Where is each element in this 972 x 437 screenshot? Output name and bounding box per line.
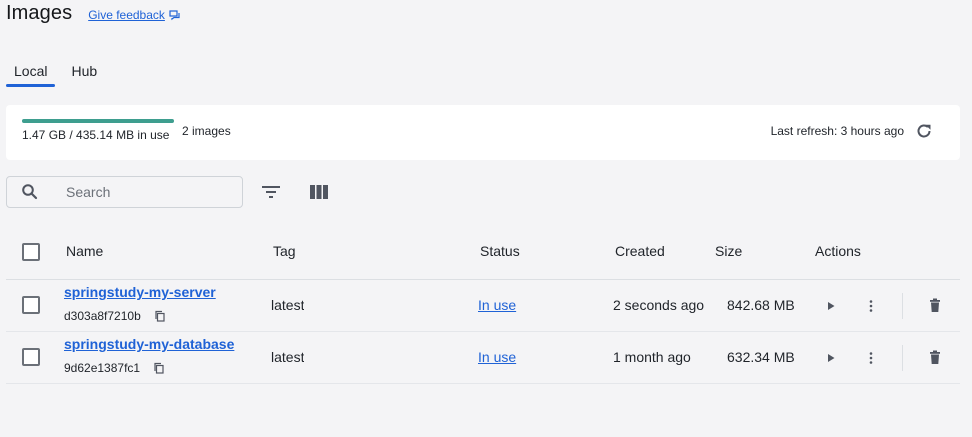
image-created: 2 seconds ago bbox=[613, 297, 705, 313]
select-all-checkbox[interactable] bbox=[22, 243, 40, 261]
trash-icon[interactable] bbox=[926, 348, 944, 368]
give-feedback-label: Give feedback bbox=[88, 8, 165, 22]
image-created: 1 month ago bbox=[613, 349, 691, 365]
table-row: springstudy-my-database 9d62e1387fc1 lat… bbox=[6, 332, 960, 384]
image-tag: latest bbox=[271, 349, 305, 365]
disk-usage-summary: 1.47 GB / 435.14 MB in use 2 images Last… bbox=[6, 105, 960, 160]
filter-icon[interactable] bbox=[259, 181, 283, 203]
more-vertical-icon[interactable] bbox=[862, 297, 880, 315]
disk-usage-bar bbox=[22, 119, 174, 123]
trash-icon[interactable] bbox=[926, 296, 944, 316]
columns-icon[interactable] bbox=[307, 181, 331, 203]
play-icon[interactable] bbox=[822, 349, 840, 367]
page-title: Images bbox=[6, 2, 73, 24]
tab-hub[interactable]: Hub bbox=[63, 58, 105, 87]
actions-divider bbox=[902, 293, 903, 319]
give-feedback-link[interactable]: Give feedback bbox=[88, 8, 181, 22]
image-status-link[interactable]: In use bbox=[478, 349, 516, 365]
search-icon bbox=[22, 184, 38, 200]
images-table: Name Tag Status Created Size Actions spr… bbox=[6, 226, 960, 384]
image-count: 2 images bbox=[182, 124, 231, 138]
disk-usage-fill bbox=[22, 119, 174, 123]
image-id: d303a8f7210b bbox=[64, 309, 141, 323]
tab-local[interactable]: Local bbox=[6, 58, 56, 87]
image-name-link[interactable]: springstudy-my-database bbox=[64, 336, 234, 352]
image-id: 9d62e1387fc1 bbox=[64, 361, 141, 375]
more-vertical-icon[interactable] bbox=[862, 349, 880, 367]
column-header-name[interactable]: Name bbox=[66, 243, 103, 259]
image-name-link[interactable]: springstudy-my-server bbox=[64, 284, 216, 300]
image-size: 632.34 MB bbox=[727, 349, 795, 365]
copy-icon[interactable] bbox=[154, 310, 166, 322]
feedback-icon bbox=[169, 10, 180, 21]
column-header-size[interactable]: Size bbox=[715, 243, 742, 259]
last-refresh-text: Last refresh: 3 hours ago bbox=[770, 124, 904, 138]
copy-icon[interactable] bbox=[153, 362, 165, 374]
image-size: 842.68 MB bbox=[727, 297, 795, 313]
column-header-created[interactable]: Created bbox=[615, 243, 665, 259]
column-header-actions: Actions bbox=[815, 243, 861, 259]
row-checkbox[interactable] bbox=[22, 296, 40, 314]
table-header: Name Tag Status Created Size Actions bbox=[6, 226, 960, 280]
row-checkbox[interactable] bbox=[22, 348, 40, 366]
refresh-icon[interactable] bbox=[914, 121, 934, 141]
actions-divider bbox=[902, 345, 903, 371]
play-icon[interactable] bbox=[822, 297, 840, 315]
search-input[interactable] bbox=[66, 184, 226, 200]
image-status-link[interactable]: In use bbox=[478, 297, 516, 313]
disk-usage-text: 1.47 GB / 435.14 MB in use bbox=[22, 128, 170, 142]
column-header-status[interactable]: Status bbox=[480, 243, 520, 259]
image-tag: latest bbox=[271, 297, 305, 313]
table-row: springstudy-my-server d303a8f7210b lates… bbox=[6, 280, 960, 332]
column-header-tag[interactable]: Tag bbox=[273, 243, 296, 259]
tab-bar: Local Hub bbox=[6, 58, 105, 87]
search-field[interactable] bbox=[6, 176, 243, 208]
page-header: Images Give feedback bbox=[6, 2, 181, 25]
